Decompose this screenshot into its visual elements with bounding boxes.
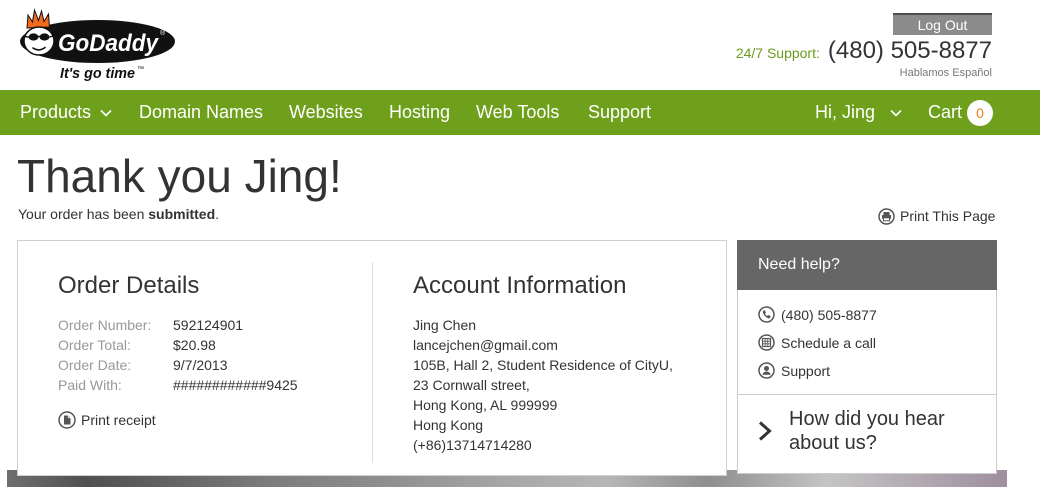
calendar-icon xyxy=(758,334,775,351)
cart-label: Cart xyxy=(928,102,963,122)
logo-registered-mark: ® xyxy=(160,29,166,37)
cart-count-badge[interactable]: 0 xyxy=(967,100,993,126)
support-label: 24/7 Support: xyxy=(735,45,820,61)
order-status-message: Your order has been submitted. xyxy=(18,206,219,222)
print-receipt-link[interactable]: Print receipt xyxy=(81,410,156,430)
help-panel: (480) 505-8877 Schedule a call Support H… xyxy=(737,290,997,474)
row-label: Paid With: xyxy=(58,377,122,393)
godaddy-mascot-icon xyxy=(23,8,55,56)
order-details-heading: Order Details xyxy=(58,272,200,299)
godaddy-logo[interactable]: GoDaddy ® It's go time ™ xyxy=(16,6,180,84)
page-title: Thank you Jing! xyxy=(17,150,342,202)
order-summary-card: Order Details Order Number: 592124901 Ord… xyxy=(17,240,727,476)
account-name: Jing Chen xyxy=(413,317,477,333)
logo-tagline: It's go time xyxy=(60,65,135,82)
print-page-link[interactable]: Print This Page xyxy=(900,206,995,226)
nav-item-label: Websites xyxy=(289,102,363,122)
logo-wordmark: GoDaddy xyxy=(58,30,160,57)
address-line: 105B, Hall 2, Student Residence of CityU… xyxy=(413,357,673,373)
cart-link[interactable]: Cart xyxy=(928,90,962,135)
support-phone-number: (480) 505-8877 xyxy=(827,37,992,64)
nav-item-label: Products xyxy=(20,102,92,122)
nav-item-websites[interactable]: Websites xyxy=(289,90,363,135)
status-suffix: . xyxy=(215,206,220,222)
row-label: Order Total: xyxy=(58,337,131,353)
chevron-down-icon[interactable] xyxy=(100,109,112,117)
order-total-row: Order Total: $20.98 xyxy=(58,335,216,355)
help-panel-header: Need help? xyxy=(737,240,997,290)
main-nav: Products Domain Names Websites Hosting W… xyxy=(0,90,1040,135)
help-phone-link[interactable]: (480) 505-8877 xyxy=(781,305,877,325)
address-line: 23 Cornwall street, xyxy=(413,377,530,393)
status-emphasis: submitted xyxy=(148,206,216,222)
nav-item-domain-names[interactable]: Domain Names xyxy=(139,90,263,135)
nav-item-label: Web Tools xyxy=(476,102,560,122)
paid-with-row: Paid With: ############9425 xyxy=(58,375,298,395)
printer-icon[interactable] xyxy=(878,208,895,225)
row-value: $20.98 xyxy=(173,337,216,353)
order-number-row: Order Number: 592124901 xyxy=(58,315,243,335)
order-date-row: Order Date: 9/7/2013 xyxy=(58,355,228,375)
account-information-heading: Account Information xyxy=(413,272,627,299)
account-greeting: Hi, Jing xyxy=(815,102,876,122)
support-contact: 24/7 Support: (480) 505-8877 xyxy=(736,37,992,65)
status-text: Your order has been xyxy=(18,206,149,222)
chevron-down-icon[interactable] xyxy=(890,109,902,117)
account-menu[interactable]: Hi, Jing xyxy=(815,90,875,135)
row-label: Order Number: xyxy=(58,317,152,333)
row-label: Order Date: xyxy=(58,357,132,373)
support-link[interactable]: Support xyxy=(781,361,830,381)
nav-item-products[interactable]: Products xyxy=(20,90,91,135)
receipt-icon[interactable] xyxy=(58,411,76,429)
address-country: Hong Kong xyxy=(413,417,484,433)
nav-item-support[interactable]: Support xyxy=(588,90,651,135)
logout-button[interactable]: Log Out xyxy=(893,13,992,35)
user-icon xyxy=(758,362,775,379)
row-value: 9/7/2013 xyxy=(173,357,228,373)
how-did-you-hear-link[interactable]: How did you hear about us? xyxy=(789,407,974,455)
address-city-line: Hong Kong, AL 999999 xyxy=(413,397,558,413)
column-divider xyxy=(372,262,373,463)
account-email: lancejchen@gmail.com xyxy=(413,337,558,353)
nav-item-web-tools[interactable]: Web Tools xyxy=(476,90,559,135)
row-value: 592124901 xyxy=(173,317,244,333)
help-divider xyxy=(738,394,996,395)
support-language-note: Hablamos Español xyxy=(899,67,992,79)
nav-item-label: Hosting xyxy=(389,102,451,122)
schedule-call-link[interactable]: Schedule a call xyxy=(781,333,876,353)
help-panel-title: Need help? xyxy=(758,256,840,273)
nav-item-label: Support xyxy=(588,102,652,122)
row-value: ############9425 xyxy=(173,377,298,393)
phone-icon xyxy=(758,306,775,323)
nav-item-label: Domain Names xyxy=(139,102,264,122)
chevron-right-icon[interactable] xyxy=(757,420,773,442)
logo-trademark: ™ xyxy=(137,66,144,73)
nav-item-hosting[interactable]: Hosting xyxy=(389,90,450,135)
account-phone: (+86)13714714280 xyxy=(413,437,532,453)
